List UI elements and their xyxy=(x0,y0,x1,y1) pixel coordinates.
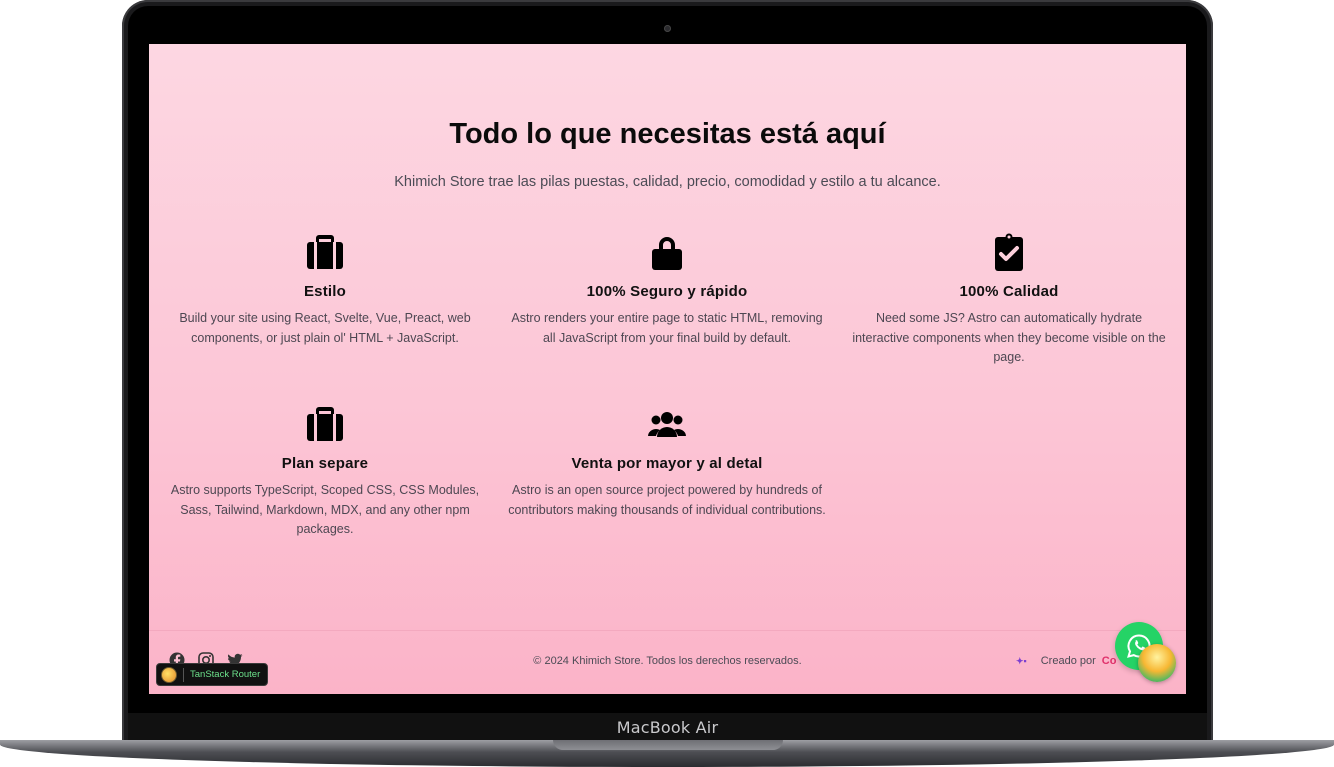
feature-description: Astro renders your entire page to static… xyxy=(511,311,823,345)
credit-brand-link[interactable]: Co xyxy=(1102,655,1117,667)
briefcase-icon xyxy=(165,405,485,445)
lock-icon xyxy=(507,233,827,273)
feature-description: Build your site using React, Svelte, Vue… xyxy=(179,311,471,345)
feature-card-calidad: 100% Calidad Need some JS? Astro can aut… xyxy=(849,233,1169,368)
brand-logo-icon: ✦▪ xyxy=(1016,655,1027,666)
feature-title: Venta por mayor y al detal xyxy=(571,455,763,472)
tanstack-logo-icon xyxy=(161,666,177,683)
feature-title: Plan separe xyxy=(281,455,369,472)
model-label: MacBook Air xyxy=(616,717,719,737)
feature-card-venta: Venta por mayor y al detal Astro is an o… xyxy=(507,405,827,520)
tanstack-devtools-button[interactable]: TanStack Router xyxy=(156,663,268,686)
feature-description: Astro is an open source project powered … xyxy=(508,483,826,517)
feature-title: 100% Seguro y rápido xyxy=(586,283,748,300)
feature-description: Astro supports TypeScript, Scoped CSS, C… xyxy=(170,483,480,536)
credit-prefix: Creado por xyxy=(1040,655,1096,667)
feature-title: Estilo xyxy=(303,283,347,300)
browser-viewport: Todo lo que necesitas está aquí Khimich … xyxy=(149,44,1186,694)
footer-divider xyxy=(149,630,1186,631)
briefcase-icon xyxy=(165,233,485,273)
users-icon xyxy=(507,405,827,445)
page-subtitle: Khimich Store trae las pilas puestas, ca… xyxy=(394,174,941,190)
feature-card-seguro: 100% Seguro y rápido Astro renders your … xyxy=(507,233,827,348)
feature-card-plan-separe: Plan separe Astro supports TypeScript, S… xyxy=(165,405,485,540)
laptop-chin: MacBook Air xyxy=(128,713,1207,741)
credit: ✦▪ Creado por Co xyxy=(1016,655,1116,667)
chat-avatar[interactable] xyxy=(1138,644,1176,682)
feature-description: Need some JS? Astro can automatically hy… xyxy=(852,311,1166,364)
divider xyxy=(183,667,184,682)
camera-dot xyxy=(664,25,671,32)
page-title: Todo lo que necesitas está aquí xyxy=(449,118,886,150)
feature-card-estilo: Estilo Build your site using React, Svel… xyxy=(165,233,485,348)
feature-title: 100% Calidad xyxy=(959,283,1059,300)
clipboard-check-icon xyxy=(849,233,1169,273)
tanstack-label: TanStack Router xyxy=(190,669,261,680)
laptop-notch xyxy=(553,740,783,750)
